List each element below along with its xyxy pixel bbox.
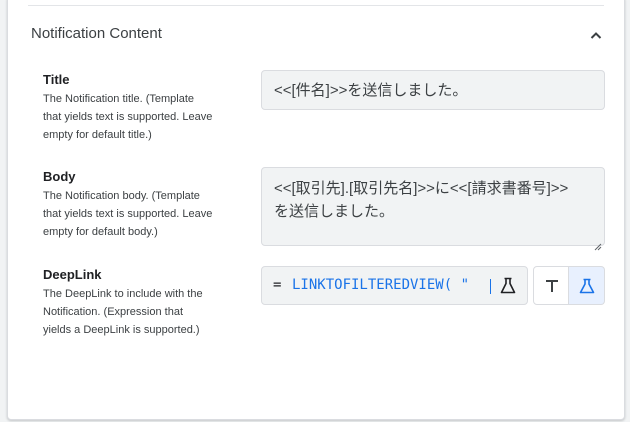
expression-equals-sign: =	[273, 277, 282, 293]
deeplink-expression-input[interactable]: = LINKTOFILTEREDVIEW( "	[261, 266, 528, 305]
title-label: Title	[43, 72, 70, 87]
body-textarea[interactable]: <<[取引先].[取引先名]>>に<<[請求書番号]>> を送信しました。	[261, 167, 605, 251]
resize-handle[interactable]	[594, 235, 602, 251]
section-header[interactable]: Notification Content	[31, 24, 607, 46]
deeplink-description: The DeepLink to include with the Notific…	[43, 288, 203, 336]
title-description: The Notification title. (Template that y…	[43, 93, 213, 141]
body-description: The Notification body. (Template that yi…	[43, 190, 213, 238]
section-title: Notification Content	[31, 25, 162, 42]
text-caret	[490, 279, 491, 294]
expression-text: LINKTOFILTEREDVIEW( "	[292, 277, 470, 293]
text-mode-button[interactable]	[533, 266, 569, 305]
deeplink-label: DeepLink	[43, 267, 102, 282]
flask-icon[interactable]	[500, 277, 516, 295]
chevron-up-icon[interactable]	[584, 25, 608, 45]
expression-mode-button[interactable]	[569, 266, 605, 305]
divider	[28, 5, 604, 6]
title-input[interactable]: <<[件名]>>を送信しました。	[261, 70, 605, 110]
body-label: Body	[43, 169, 76, 184]
